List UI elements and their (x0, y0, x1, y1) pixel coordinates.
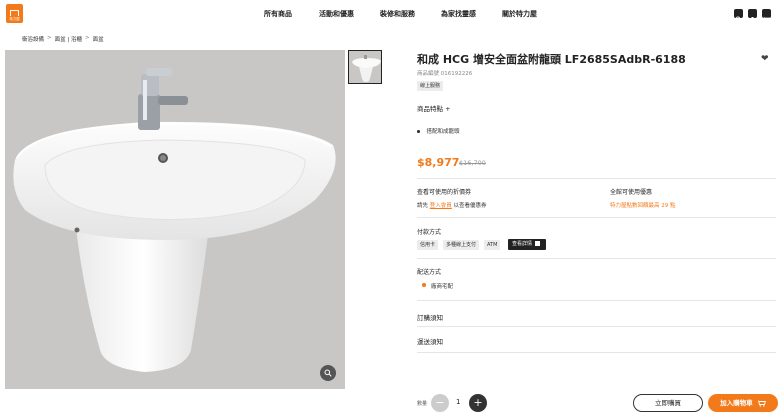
features-toggle[interactable]: 商品特點 + (417, 103, 451, 113)
online-service-tag: 線上服務 (417, 81, 444, 91)
breadcrumb-separator: > (47, 35, 52, 41)
payment-atm[interactable]: ATM (484, 240, 501, 250)
add-to-cart-button[interactable]: 加入購物車 (708, 394, 778, 412)
divider (417, 217, 776, 218)
breadcrumb-bathroom[interactable]: 衛浴設備 (22, 35, 44, 43)
divider (417, 300, 776, 301)
coupon-suffix: 以查看優惠券 (453, 203, 487, 209)
nav-about[interactable]: 關於特力屋 (502, 9, 537, 19)
product-title: 和成 HCG 增安全面盆附龍頭 LF2685SAdbR-6188 (417, 53, 686, 66)
divider (417, 326, 776, 327)
info-icon (535, 241, 541, 246)
nav-promotions[interactable]: 活動和優惠 (319, 9, 354, 19)
payment-online-pay[interactable]: 多種線上支付 (443, 240, 480, 250)
radio-selected-icon[interactable] (422, 283, 426, 287)
house-icon (10, 10, 19, 16)
store-offer-heading: 全館可使用優惠 (610, 189, 653, 196)
add-to-cart-label: 加入購物車 (720, 399, 753, 407)
nav-renovation[interactable]: 裝修和服務 (380, 9, 415, 19)
shipping-notice-accordion[interactable]: 運送須知 (417, 336, 443, 346)
nav-all-products[interactable]: 所有商品 (264, 9, 293, 19)
payment-details-button[interactable]: 查看詳情 (508, 239, 546, 250)
product-sku: 商品編號 016192226 (417, 71, 473, 77)
bullet-icon (417, 130, 420, 133)
login-link[interactable]: 登入會員 (430, 203, 452, 209)
nav-inspiration[interactable]: 為家找靈感 (441, 9, 476, 19)
site-header: 特力屋 所有商品 活動和優惠 裝修和服務 為家找靈感 關於特力屋 (0, 0, 780, 28)
zoom-icon (324, 369, 332, 377)
logo[interactable]: 特力屋 (6, 4, 23, 23)
payment-details-label: 查看詳情 (512, 241, 533, 247)
coupon-prefix: 請先 (417, 203, 429, 209)
feature-text: 搭配和成龍頭 (426, 129, 460, 135)
divider (417, 258, 776, 259)
breadcrumb-basin-cabinet[interactable]: 面盆 | 浴櫃 (55, 35, 82, 43)
payment-credit-card[interactable]: 信用卡 (417, 240, 439, 250)
quantity-decrease-button[interactable]: − (431, 394, 449, 412)
breadcrumb-separator: > (84, 35, 90, 41)
product-main-image[interactable] (5, 50, 345, 389)
shipping-option[interactable]: 廠商宅配 (431, 282, 453, 290)
buy-now-button[interactable]: 立即購買 (633, 394, 703, 412)
product-thumbnail[interactable] (348, 50, 382, 84)
coupon-heading: 查看可使用的折價券 (417, 189, 472, 196)
sale-price: $8,977 (417, 156, 460, 169)
logo-text: 特力屋 (9, 17, 20, 21)
header-icons (734, 9, 776, 23)
sink-illustration (13, 68, 336, 372)
zoom-button[interactable] (320, 365, 336, 381)
feature-item: 搭配和成龍頭 (417, 127, 460, 135)
user-icon[interactable] (748, 9, 757, 23)
sink-thumbnail-illustration (352, 55, 381, 82)
cart-icon (757, 399, 766, 407)
breadcrumb-basin[interactable]: 面盆 (93, 35, 104, 43)
search-icon[interactable] (734, 9, 743, 23)
divider (417, 352, 776, 353)
favorite-heart-icon[interactable]: ❤ (761, 54, 769, 64)
points-offer: 特力屋點數回饋最高 29 點 (610, 203, 676, 209)
cart-icon[interactable] (762, 9, 771, 23)
order-notice-accordion[interactable]: 訂購須知 (417, 312, 443, 322)
payment-heading: 付款方式 (417, 229, 442, 236)
quantity-value[interactable]: 1 (456, 398, 460, 406)
main-nav: 所有商品 活動和優惠 裝修和服務 為家找靈感 關於特力屋 (264, 9, 563, 19)
shipping-heading: 配送方式 (417, 269, 442, 276)
original-price: $16,700 (459, 159, 486, 167)
breadcrumb: 衛浴設備 > 面盆 | 浴櫃 > 面盆 (22, 35, 104, 43)
divider (417, 178, 776, 179)
coupon-login-note: 請先 登入會員 以查看優惠券 (417, 201, 487, 209)
quantity-increase-button[interactable]: + (469, 394, 487, 412)
quantity-label: 數量 (417, 401, 428, 407)
